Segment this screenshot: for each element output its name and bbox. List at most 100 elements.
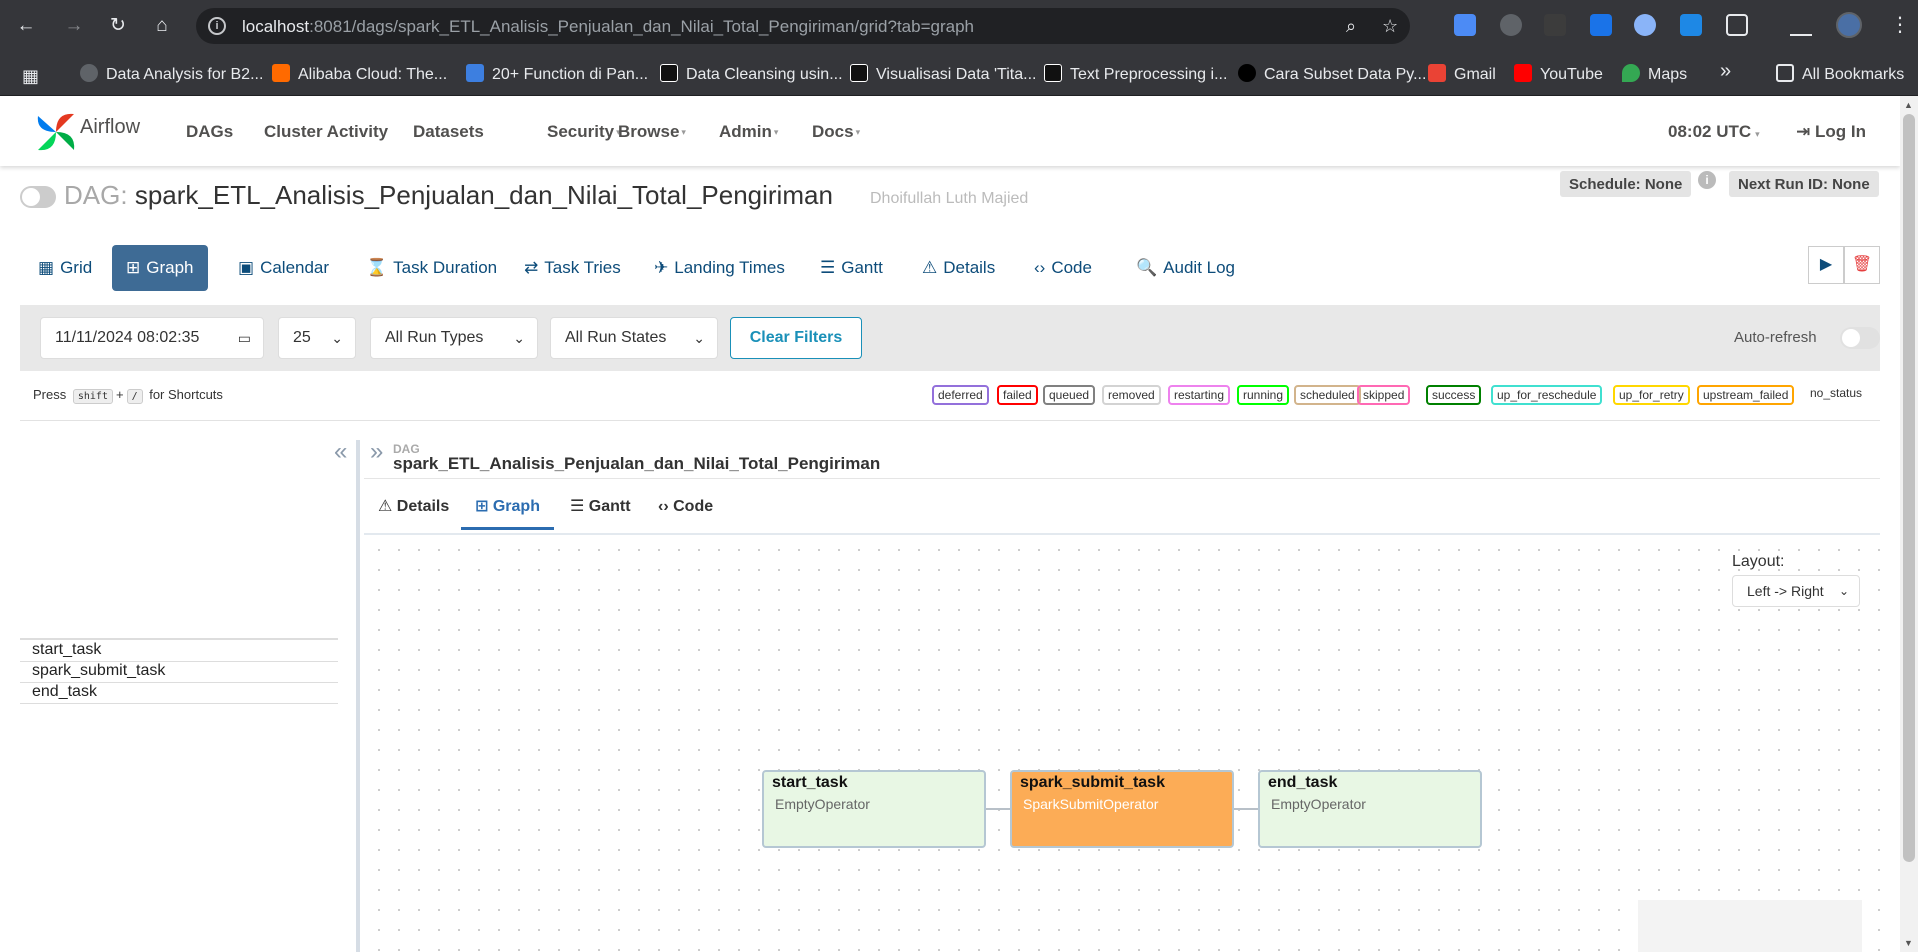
back-icon[interactable]: ← [12,12,40,40]
panel-tab-graph[interactable]: ⊞ Graph [461,492,554,530]
legend-running[interactable]: running [1237,385,1290,405]
legend-no-status[interactable]: no_status [1806,385,1866,405]
nav-browse[interactable]: Browse ▾ [618,122,686,142]
send-extension-icon[interactable] [1680,14,1702,36]
info-icon[interactable]: i [1698,171,1716,189]
legend-failed[interactable]: failed [997,385,1038,405]
panel-tab-code[interactable]: ‹› Code [644,492,727,530]
record-extension-icon[interactable] [1500,14,1522,36]
tab-landing-times[interactable]: ✈ Landing Times [640,245,799,291]
scroll-down-icon[interactable]: ▼ [1904,938,1913,948]
bookmark-item[interactable]: 20+ Function di Pan... [466,64,648,84]
tab-grid[interactable]: ▦ Grid [24,245,106,291]
panel-dag-name[interactable]: spark_ETL_Analisis_Penjualan_dan_Nilai_T… [393,454,880,474]
expand-panel-icon[interactable]: » [370,438,383,466]
legend-queued[interactable]: queued [1043,385,1096,405]
graph-minimap[interactable] [1638,900,1862,952]
extension-icon[interactable] [1544,14,1566,36]
zoom-icon[interactable]: ⌕ [1346,16,1356,37]
tab-gantt[interactable]: ☰ Gantt [806,245,897,291]
star-bookmark-icon[interactable]: ☆ [1382,16,1398,37]
tab-details[interactable]: ⚠ Details [908,245,1009,291]
dag-pause-toggle[interactable] [20,186,56,208]
settings-extension-icon[interactable] [1590,14,1612,36]
nav-admin[interactable]: Admin ▾ [719,122,778,142]
run-state-select[interactable]: All Run States ⌄ [550,317,718,359]
layout-select[interactable]: Left -> Right ⌄ [1732,575,1860,607]
bookmark-item[interactable]: Alibaba Cloud: The... [272,64,447,84]
graph-node-spark-submit-task[interactable]: spark_submit_task SparkSubmitOperator [1010,770,1234,848]
scrollbar-thumb[interactable] [1903,114,1915,862]
forward-icon[interactable]: → [60,12,88,40]
panel-tab-details[interactable]: ⚠ Details [364,492,463,530]
tab-code[interactable]: ‹› Code [1020,245,1106,291]
legend-success[interactable]: success [1426,385,1482,405]
bookmark-item[interactable]: Visualisasi Data 'Tita... [850,64,1036,84]
bookmark-item[interactable]: Data Cleansing usin... [660,64,843,84]
bookmark-youtube[interactable]: YouTube [1514,64,1603,84]
legend-skipped[interactable]: skipped [1357,385,1411,405]
translate-extension-icon[interactable] [1454,14,1476,36]
menu-kebab-icon[interactable]: ⋮ [1890,12,1910,37]
login-link[interactable]: ⇥ Log In [1796,122,1866,142]
legend-deferred[interactable]: deferred [932,385,989,405]
trigger-dag-button[interactable]: ▶ [1808,246,1844,284]
nav-docs[interactable]: Docs ▾ [812,122,860,142]
bookmark-item[interactable]: Text Preprocessing i... [1044,64,1227,84]
tab-audit-log[interactable]: 🔍 Audit Log [1122,245,1249,291]
panel-tab-gantt[interactable]: ☰ Gantt [556,492,645,530]
graph-node-end-task[interactable]: end_task EmptyOperator [1258,770,1482,848]
legend-up-for-retry[interactable]: up_for_retry [1613,385,1690,405]
shortcut-hint[interactable]: Press shift + / for Shortcuts [33,387,223,404]
tab-task-tries[interactable]: ⇄ Task Tries [510,245,635,291]
nav-dags[interactable]: DAGs [186,122,233,142]
bookmark-item[interactable]: Cara Subset Data Py... [1238,64,1426,84]
tab-calendar[interactable]: ▣ Calendar [224,245,343,291]
legend-upstream-failed[interactable]: upstream_failed [1697,385,1795,405]
bookmark-item[interactable]: Data Analysis for B2... [80,64,263,84]
profile-avatar[interactable] [1836,12,1862,38]
shield-extension-icon[interactable] [1634,14,1656,36]
home-icon[interactable]: ⌂ [148,12,176,40]
task-row-spark-submit[interactable]: spark_submit_task [32,662,165,680]
panel-resize-handle[interactable] [356,440,360,952]
timezone-clock[interactable]: 08:02 UTC ▾ [1668,122,1760,142]
bookmark-maps[interactable]: Maps [1622,64,1687,84]
num-runs-select[interactable]: 25 ⌄ [278,317,356,359]
scroll-up-icon[interactable]: ▲ [1904,100,1913,110]
legend-removed[interactable]: removed [1102,385,1161,405]
calendar-icon[interactable]: ▭ [238,318,251,358]
url-text[interactable]: localhost:8081/dags/spark_ETL_Analisis_P… [242,17,974,37]
task-row-start[interactable]: start_task [32,641,101,659]
auto-refresh-toggle[interactable] [1840,327,1880,349]
dag-owner[interactable]: Dhoifullah Luth Majied [870,190,1028,208]
delete-dag-button[interactable]: 🗑 [1844,246,1880,284]
apps-grid-icon[interactable]: ▦ [22,66,39,87]
airflow-pinwheel-logo[interactable] [34,110,78,154]
graph-canvas[interactable] [364,533,1880,952]
base-date-input[interactable]: 11/11/2024 08:02:35 ▭ [40,317,264,359]
run-type-select[interactable]: All Run Types ⌄ [370,317,538,359]
nav-security[interactable]: Security ▾ [547,122,621,142]
page-scrollbar[interactable]: ▲ ▼ [1900,96,1918,952]
bookmark-gmail[interactable]: Gmail [1428,64,1496,84]
media-control-icon[interactable] [1790,14,1812,36]
nav-cluster-activity[interactable]: Cluster Activity [264,122,388,142]
task-row-end[interactable]: end_task [32,683,97,701]
clear-filters-button[interactable]: Clear Filters [730,317,862,359]
legend-scheduled[interactable]: scheduled [1294,385,1361,405]
graph-node-start-task[interactable]: start_task EmptyOperator [762,770,986,848]
puzzle-extensions-icon[interactable] [1726,14,1748,36]
site-info-icon[interactable]: i [208,17,226,35]
reload-icon[interactable]: ↻ [104,12,132,40]
legend-up-for-reschedule[interactable]: up_for_reschedule [1491,385,1603,405]
bookmarks-overflow-icon[interactable]: » [1720,60,1731,83]
address-bar[interactable]: i localhost:8081/dags/spark_ETL_Analisis… [196,8,1410,44]
tab-task-duration[interactable]: ⌛ Task Duration [352,245,511,291]
legend-restarting[interactable]: restarting [1168,385,1231,405]
all-bookmarks-folder[interactable]: All Bookmarks [1776,64,1904,84]
collapse-grid-icon[interactable]: « [334,438,347,466]
tab-graph[interactable]: ⊞ Graph [112,245,208,291]
airflow-brand[interactable]: Airflow [80,116,140,139]
nav-datasets[interactable]: Datasets [413,122,484,142]
